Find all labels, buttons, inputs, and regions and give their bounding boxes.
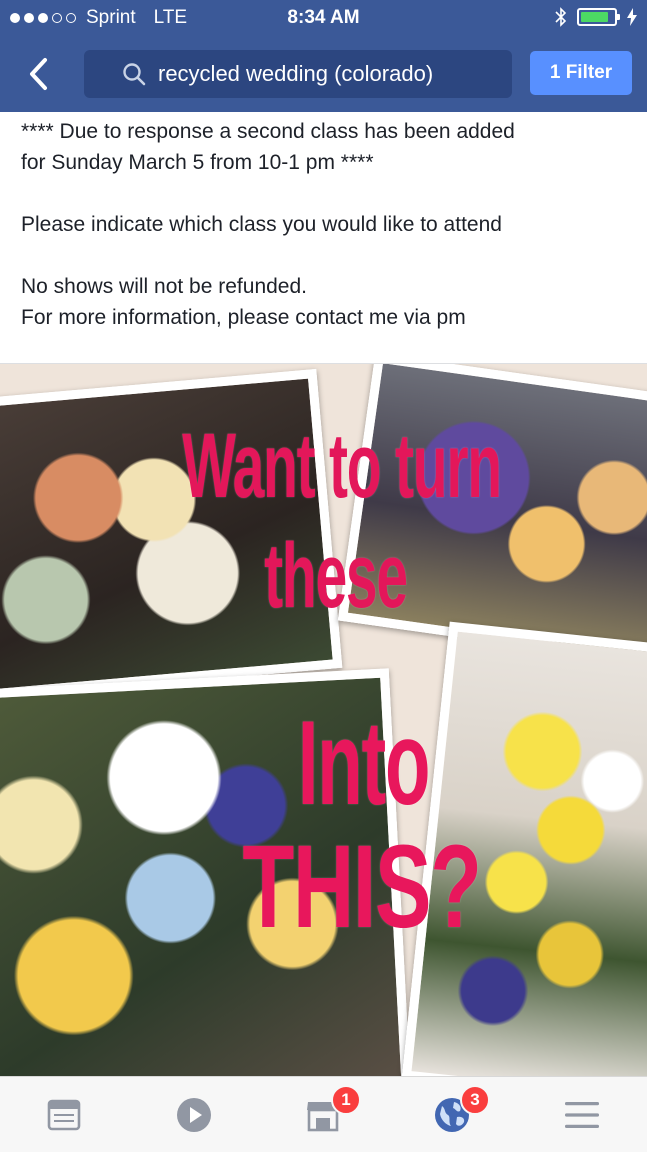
- post-text-line: **** Due to response a second class has …: [21, 120, 515, 143]
- headline-line: Want to turn: [182, 415, 502, 517]
- post-photo[interactable]: Want to turn these Into THIS?: [0, 364, 647, 1076]
- charging-icon: [627, 8, 637, 26]
- post-text-line: Please indicate which class you would li…: [21, 213, 502, 236]
- menu-icon: [565, 1102, 599, 1128]
- back-button[interactable]: [18, 54, 58, 94]
- bluetooth-icon: [555, 7, 567, 27]
- headline-line: Into: [297, 696, 431, 830]
- post-text-line: for Sunday March 5 from 10-1 pm ****: [21, 151, 374, 174]
- notifications-badge: 3: [460, 1085, 490, 1115]
- chevron-left-icon: [30, 58, 47, 90]
- filter-button[interactable]: 1 Filter: [530, 51, 632, 95]
- tab-video[interactable]: [174, 1095, 214, 1135]
- search-input[interactable]: recycled wedding (colorado): [84, 50, 512, 98]
- tab-marketplace[interactable]: 1: [303, 1085, 361, 1135]
- news-feed-icon: [47, 1099, 81, 1131]
- search-icon: [123, 63, 146, 86]
- status-icons: [555, 7, 637, 27]
- post-text-line: No shows will not be refunded.: [21, 275, 307, 298]
- battery-icon: [577, 8, 620, 26]
- status-bar: Sprint LTE 8:34 AM: [0, 0, 647, 36]
- navigation-bar: recycled wedding (colorado) 1 Filter: [0, 36, 647, 112]
- post-text-line: For more information, please contact me …: [21, 306, 466, 329]
- post-body: **** Due to response a second class has …: [21, 116, 631, 333]
- video-icon: [177, 1098, 211, 1132]
- marketplace-badge: 1: [331, 1085, 361, 1115]
- headline-line: THIS?: [242, 821, 482, 953]
- tab-notifications[interactable]: 3: [432, 1085, 490, 1135]
- headline-line: these: [264, 525, 408, 627]
- tab-menu[interactable]: [562, 1095, 602, 1135]
- search-query: recycled wedding (colorado): [158, 61, 434, 86]
- clock: 8:34 AM: [287, 7, 360, 28]
- tab-news-feed[interactable]: [44, 1095, 84, 1135]
- tab-bar: 1 3: [0, 1076, 647, 1152]
